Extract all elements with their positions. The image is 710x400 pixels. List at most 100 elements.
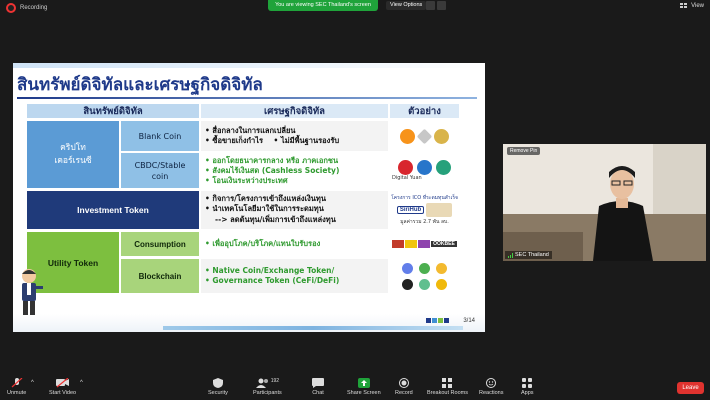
header-digital-asset: สินทรัพย์ดิจิทัล: [27, 104, 199, 118]
yuan-icon: [398, 160, 413, 175]
token-icon: [436, 278, 447, 290]
participants-label: Participants: [253, 390, 282, 396]
bitcoin-icon: [400, 128, 415, 144]
record-icon: [6, 3, 16, 13]
sirihub-logo: SiriHub: [396, 206, 425, 214]
share-screen-button[interactable]: Share Screen: [347, 378, 381, 396]
usdc-icon: [417, 160, 432, 175]
blockchain-label: Blockchain: [121, 259, 199, 293]
binance-icon: [436, 262, 447, 274]
signal-icon: [508, 252, 513, 258]
start-video-button[interactable]: Start Video: [49, 378, 76, 396]
blockchain-description: Native Coin/Exchange Token/ Governance T…: [201, 259, 388, 293]
view-menu-button[interactable]: View: [680, 3, 704, 9]
voucher-icon: [418, 240, 431, 248]
bullet: ออกโดยธนาคารกลาง หรือ ภาคเอกชน: [205, 156, 339, 166]
recording-indicator[interactable]: Recording: [6, 3, 47, 13]
unmute-label: Unmute: [7, 390, 27, 396]
bullet: สื่อกลางในการแลกเปลี่ยน: [205, 126, 339, 136]
voucher-icon: [405, 240, 418, 248]
bullet: ซื้อขายเก็งกำไร • ไม่มีพื้นฐานรองรับ: [205, 136, 339, 146]
shield-icon: [212, 378, 223, 388]
ethereum-icon: [402, 262, 413, 274]
minimize-icon[interactable]: [426, 1, 435, 10]
blockchain-bullets: Native Coin/Exchange Token/ Governance T…: [205, 266, 339, 286]
participants-count: 192: [270, 378, 280, 384]
investment-arrow-text: --> ลดต้นทุน/เพิ่มการเข้าถึงแหล่งทุน: [215, 215, 336, 224]
consumption-examples: OOKBEE: [390, 232, 459, 256]
investment-description: กิจการ/โครงการเข้าถึงแหล่งเงินทุน นำเทคโ…: [201, 191, 388, 229]
investment-token-label: Investment Token: [27, 191, 199, 229]
chevron-up-icon: ^: [80, 380, 83, 386]
smiley-icon: [486, 378, 497, 388]
blank-coin-label: Blank Coin: [121, 121, 199, 151]
mascot-figure: [22, 269, 43, 315]
recording-label: Recording: [20, 5, 48, 11]
security-label: Security: [208, 390, 228, 396]
chevron-up-icon: ^: [31, 380, 34, 386]
apps-label: Apps: [521, 390, 534, 396]
ethereum-icon: [416, 128, 433, 144]
cbdc-examples: Digital Yuan: [390, 153, 459, 188]
blank-coin-bullets: สื่อกลางในการแลกเปลี่ยน ซื้อขายเก็งกำไร …: [205, 126, 339, 146]
remove-pin-label: Remove Pin: [510, 148, 538, 154]
record-label: Record: [395, 390, 413, 396]
breakout-rooms-label: Breakout Rooms: [427, 390, 468, 396]
bullet: Governance Token (CeFi/DeFi): [205, 276, 339, 286]
token-icon: [419, 278, 430, 290]
maximize-icon[interactable]: [437, 1, 446, 10]
apps-button[interactable]: Apps: [521, 378, 534, 396]
ico-caption: โครงการ ICO ที่ระดมทุนสำเร็จ: [391, 195, 458, 201]
digital-yuan-caption: Digital Yuan: [392, 175, 422, 181]
sec-logo-icon: [426, 318, 449, 323]
view-options-button[interactable]: View Options: [386, 1, 427, 10]
participant-video-feed: [503, 144, 706, 261]
view-options-label: View Options: [390, 2, 423, 8]
blank-coin-description: สื่อกลางในการแลกเปลี่ยน ซื้อขายเก็งกำไร …: [201, 121, 388, 151]
participants-button[interactable]: 192 Participants: [253, 378, 282, 396]
view-menu-label: View: [691, 3, 704, 9]
audio-options-caret[interactable]: ^: [31, 380, 34, 386]
grid-icon: [680, 3, 688, 8]
remove-pin-button[interactable]: Remove Pin: [507, 147, 541, 155]
chat-button[interactable]: Chat: [312, 378, 324, 396]
meeting-toolbar: Unmute ^ Start Video ^ Security 192 Part…: [0, 375, 710, 400]
share-screen-icon: [357, 378, 370, 388]
start-video-label: Start Video: [49, 390, 77, 396]
bullet: สังคมไร้เงินสด (Cashless Society): [205, 166, 339, 176]
record-icon: [398, 378, 409, 388]
cbdc-description: ออกโดยธนาคารกลาง หรือ ภาคเอกชน สังคมไร้เ…: [201, 153, 388, 188]
consumption-description: เพื่ออุปโภค/บริโภค/แทนใบรับรอง: [201, 232, 388, 256]
page-number: 3/14: [463, 318, 475, 324]
token-icon: [419, 262, 430, 274]
header-digital-economy: เศรษฐกิจดิจิทัล: [201, 104, 388, 118]
video-options-caret[interactable]: ^: [80, 380, 83, 386]
shared-screen-slide: สินทรัพย์ดิจิทัลและเศรษฐกิจดิจิทัล สินทร…: [13, 63, 485, 332]
participant-video-tile[interactable]: Remove Pin SEC Thailand: [503, 144, 706, 261]
record-button[interactable]: Record: [395, 378, 413, 396]
breakout-rooms-button[interactable]: Breakout Rooms: [427, 378, 468, 396]
title-underline: [17, 97, 477, 99]
security-button[interactable]: Security: [208, 378, 228, 396]
reactions-button[interactable]: Reactions: [479, 378, 503, 396]
ico-project-image: [426, 203, 453, 217]
reactions-label: Reactions: [479, 390, 504, 396]
bullet: นำเทคโนโลยีมาใช้ในการระดมทุน: [205, 204, 326, 214]
tether-icon: [436, 160, 451, 175]
microphone-muted-icon: [11, 378, 23, 388]
blockchain-examples: [390, 259, 459, 293]
blank-coin-examples: [390, 121, 459, 151]
window-controls: [426, 1, 446, 10]
viewing-banner: You are viewing SEC Thailand's screen: [268, 0, 378, 11]
leave-button[interactable]: Leave: [677, 382, 704, 394]
cbdc-bullets: ออกโดยธนาคารกลาง หรือ ภาคเอกชน สังคมไร้เ…: [205, 156, 339, 186]
unmute-button[interactable]: Unmute: [7, 378, 26, 396]
bullet: Native Coin/Exchange Token/: [205, 266, 339, 276]
chat-icon: [312, 378, 324, 388]
share-screen-label: Share Screen: [347, 390, 381, 396]
top-bar: Recording You are viewing SEC Thailand's…: [0, 0, 710, 18]
bullet: โอนเงินระหว่างประเทศ: [205, 176, 339, 186]
slide-title: สินทรัพย์ดิจิทัลและเศรษฐกิจดิจิทัล: [17, 75, 263, 95]
token-icon: [402, 278, 413, 290]
investment-examples: โครงการ ICO ที่ระดมทุนสำเร็จ SiriHub มูล…: [390, 191, 459, 229]
